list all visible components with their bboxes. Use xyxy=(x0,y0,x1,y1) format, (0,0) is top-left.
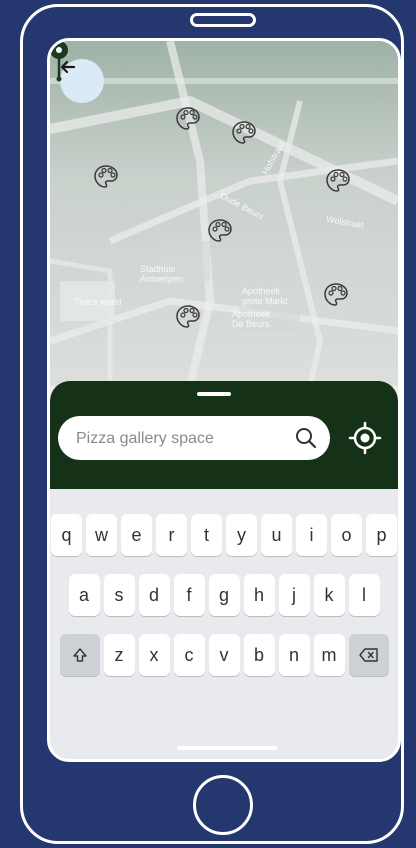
backspace-key[interactable] xyxy=(348,634,389,676)
key-f[interactable]: f xyxy=(173,574,205,616)
map-streets xyxy=(50,41,398,386)
on-screen-keyboard: q w e r t y u i o p a s d f g h j k l z xyxy=(50,489,398,759)
key-y[interactable]: y xyxy=(226,514,257,556)
key-a[interactable]: a xyxy=(68,574,100,616)
map-label-apotheek-grote-markt: Apotheek grote Markt xyxy=(242,286,288,306)
key-h[interactable]: h xyxy=(243,574,275,616)
key-o[interactable]: o xyxy=(331,514,362,556)
key-d[interactable]: d xyxy=(138,574,170,616)
keyboard-row-1: q w e r t y u i o p xyxy=(50,514,398,556)
key-u[interactable]: u xyxy=(261,514,292,556)
key-j[interactable]: j xyxy=(278,574,310,616)
phone-home-button[interactable] xyxy=(193,775,253,835)
palette-icon[interactable] xyxy=(92,163,120,191)
backspace-icon xyxy=(358,648,378,662)
keyboard-row-3: z x c v b n m xyxy=(50,634,398,676)
palette-icon[interactable] xyxy=(324,167,352,195)
map-pin-icon[interactable] xyxy=(50,41,68,83)
search-input[interactable] xyxy=(74,416,288,462)
map-label-stadhuis: Stadhuis Antwerpen xyxy=(140,264,184,284)
key-p[interactable]: p xyxy=(366,514,397,556)
search-icon[interactable] xyxy=(294,426,318,450)
key-b[interactable]: b xyxy=(243,634,275,676)
key-w[interactable]: w xyxy=(86,514,117,556)
key-v[interactable]: v xyxy=(208,634,240,676)
key-x[interactable]: x xyxy=(138,634,170,676)
palette-icon[interactable] xyxy=(206,217,234,245)
key-k[interactable]: k xyxy=(313,574,345,616)
key-i[interactable]: i xyxy=(296,514,327,556)
keyboard-row-2: a s d f g h j k l xyxy=(50,574,398,616)
key-q[interactable]: q xyxy=(51,514,82,556)
key-g[interactable]: g xyxy=(208,574,240,616)
search-panel xyxy=(50,381,398,489)
search-bar[interactable] xyxy=(58,416,330,462)
key-t[interactable]: t xyxy=(191,514,222,556)
map-view[interactable]: Oude Beurs Wolstraat Hofstraat Stadhuis … xyxy=(50,41,398,386)
key-m[interactable]: m xyxy=(313,634,345,676)
key-s[interactable]: s xyxy=(103,574,135,616)
key-r[interactable]: r xyxy=(156,514,187,556)
gesture-nav-bar[interactable] xyxy=(177,746,277,750)
palette-icon[interactable] xyxy=(174,105,202,133)
key-n[interactable]: n xyxy=(278,634,310,676)
shift-icon xyxy=(72,648,87,662)
key-l[interactable]: l xyxy=(348,574,380,616)
map-label-apotheek-de-beurs: Apotheek De Beurs xyxy=(232,309,271,329)
palette-icon[interactable] xyxy=(230,119,258,147)
key-c[interactable]: c xyxy=(173,634,205,676)
drag-handle[interactable] xyxy=(197,392,231,396)
shift-key[interactable] xyxy=(59,634,100,676)
palette-icon[interactable] xyxy=(322,281,350,309)
palette-icon[interactable] xyxy=(174,303,202,331)
key-z[interactable]: z xyxy=(103,634,135,676)
phone-speaker xyxy=(190,13,256,27)
map-label-pin: Tina's world xyxy=(74,297,122,307)
my-location-icon[interactable] xyxy=(348,421,382,455)
phone-screen: Oude Beurs Wolstraat Hofstraat Stadhuis … xyxy=(47,38,401,762)
key-e[interactable]: e xyxy=(121,514,152,556)
